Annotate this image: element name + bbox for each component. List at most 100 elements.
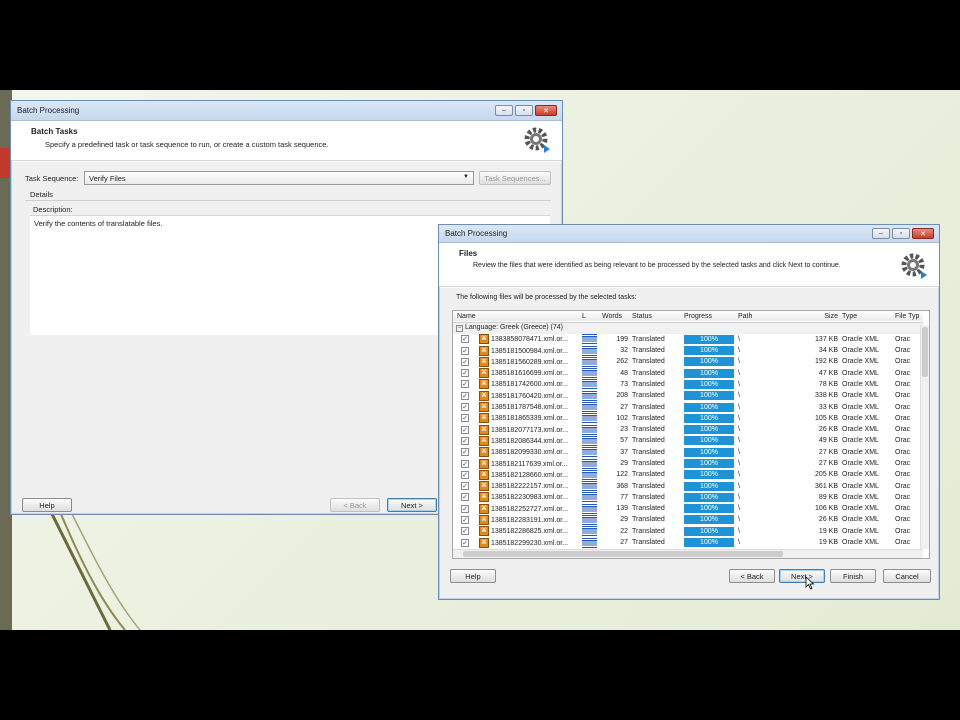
row-checkbox[interactable]: ✓: [461, 504, 469, 513]
row-checkbox[interactable]: ✓: [461, 414, 469, 423]
row-checkbox[interactable]: ✓: [461, 346, 469, 355]
type: Oracle XML: [842, 539, 879, 547]
row-checkbox[interactable]: ✓: [461, 335, 469, 344]
table-row[interactable]: ✓ ⌘ 1385181865339.xml.or... 102 Translated 1…: [453, 413, 923, 424]
table-row[interactable]: ✓ ⌘ 1385181742600.xml.or... 73 Translated 10…: [453, 379, 923, 390]
back-button[interactable]: < Back: [729, 569, 775, 583]
table-row[interactable]: ✓ ⌘ 1385182099330.xml.or... 37 Translated 10…: [453, 447, 923, 458]
table-row[interactable]: ✓ ⌘ 1385181560289.xml.or... 262 Translated 1…: [453, 356, 923, 367]
file-icon: ⌘: [479, 334, 489, 345]
size: 27 KB: [818, 460, 838, 467]
minimize-icon[interactable]: –: [495, 105, 513, 116]
size: 338 KB: [815, 392, 838, 400]
progress-bar: 100%: [684, 425, 734, 435]
row-checkbox[interactable]: ✓: [461, 380, 469, 389]
row-checkbox[interactable]: ✓: [461, 538, 469, 547]
finish-button[interactable]: Finish: [830, 569, 876, 583]
task-sequence-select[interactable]: Verify Files ▼: [84, 171, 474, 185]
window-1-titlebar[interactable]: Batch Processing – ▫ ✕: [11, 101, 562, 121]
row-checkbox[interactable]: ✓: [461, 391, 469, 400]
row-checkbox[interactable]: ✓: [461, 527, 469, 536]
path: \: [738, 414, 740, 422]
table-row[interactable]: ✓ ⌘ 1385182222157.xml.or... 368 Translated 1…: [453, 480, 923, 492]
file-name: 1385182117639.xml.or...: [490, 460, 568, 468]
table-row[interactable]: ✓ ⌘ 1385181500984.xml.or... 32 Translated 10…: [453, 345, 923, 356]
window-2-titlebar[interactable]: Batch Processing – ▫ ✕: [439, 225, 939, 243]
restore-icon[interactable]: ▫: [515, 105, 533, 116]
path: \: [738, 527, 740, 535]
table-row[interactable]: ✓ ⌘ 1385182117639.xml.or... 29 Translated 10…: [453, 458, 923, 469]
horizontal-scroll-thumb[interactable]: [463, 551, 783, 557]
greek-flag-icon: [582, 514, 597, 525]
table-row[interactable]: ✓ ⌘ 1385182086344.xml.or... 57 Translated 10…: [453, 435, 923, 446]
group-row[interactable]: − Language: Greek (Greece) (74): [453, 322, 923, 334]
table-row[interactable]: ✓ ⌘ 1385181760420.xml.or... 208 Translated 1…: [453, 390, 923, 401]
file-type: Orac: [895, 539, 911, 547]
minimize-icon[interactable]: –: [872, 228, 890, 239]
progress-bar: 100%: [684, 492, 734, 502]
table-row[interactable]: ✓ ⌘ 1385182299230.xml.or... 27 Translated 10…: [453, 537, 923, 548]
status: Translated: [632, 527, 665, 535]
col-type[interactable]: Type: [840, 311, 893, 322]
size: 19 KB: [818, 539, 838, 547]
type: Oracle XML: [842, 414, 879, 422]
col-status[interactable]: Status: [630, 311, 682, 322]
table-row[interactable]: ✓ ⌘ 1383858078471.xml.or... 199 Translated 1…: [453, 334, 923, 345]
collapse-icon[interactable]: −: [456, 325, 463, 333]
next-button[interactable]: Next >: [387, 498, 437, 512]
path: \: [738, 426, 740, 434]
table-row[interactable]: ✓ ⌘ 1385181616699.xml.or... 48 Translated 10…: [453, 367, 923, 379]
row-checkbox[interactable]: ✓: [461, 515, 469, 524]
vertical-scroll-thumb[interactable]: [922, 327, 928, 377]
row-checkbox[interactable]: ✓: [461, 425, 469, 434]
table-row[interactable]: ✓ ⌘ 1385182252727.xml.or... 139 Translated 1…: [453, 503, 923, 514]
status: Translated: [632, 505, 665, 513]
row-checkbox[interactable]: ✓: [461, 448, 469, 457]
file-type: Orac: [895, 505, 911, 513]
file-name: 1385182099330.xml.or...: [490, 449, 569, 457]
col-lang[interactable]: L: [580, 311, 600, 322]
col-path[interactable]: Path: [736, 311, 806, 322]
row-checkbox[interactable]: ✓: [461, 436, 469, 445]
col-words[interactable]: Words: [600, 311, 630, 322]
size: 26 KB: [818, 426, 838, 434]
next-button[interactable]: Next >: [779, 569, 825, 583]
cancel-button[interactable]: Cancel: [883, 569, 931, 583]
col-progress[interactable]: Progress: [682, 311, 736, 322]
row-checkbox[interactable]: ✓: [461, 482, 469, 491]
help-button[interactable]: Help: [450, 569, 496, 583]
progress-bar: 100%: [684, 504, 734, 514]
size: 33 KB: [818, 403, 838, 411]
progress-bar: 100%: [684, 391, 734, 401]
file-name: 1385181500984.xml.or...: [490, 347, 569, 355]
table-row[interactable]: ✓ ⌘ 1385181787548.xml.or... 27 Translated 10…: [453, 401, 923, 413]
vertical-scrollbar[interactable]: [920, 325, 929, 549]
close-icon[interactable]: ✕: [912, 228, 934, 239]
table-row[interactable]: ✓ ⌘ 1385182286825.xml.or... 22 Translated 10…: [453, 526, 923, 537]
row-checkbox[interactable]: ✓: [461, 369, 469, 378]
table-row[interactable]: ✓ ⌘ 1385182077173.xml.or... 23 Translated 10…: [453, 424, 923, 435]
table-row[interactable]: ✓ ⌘ 1385182230983.xml.or... 77 Translated 10…: [453, 492, 923, 503]
row-checkbox[interactable]: ✓: [461, 403, 469, 412]
type: Oracle XML: [842, 403, 879, 411]
row-checkbox[interactable]: ✓: [461, 470, 469, 479]
restore-icon[interactable]: ▫: [892, 228, 910, 239]
table-row[interactable]: ✓ ⌘ 1385182128660.xml.or... 122 Translated 1…: [453, 469, 923, 480]
progress-bar: 100%: [684, 459, 734, 468]
greek-flag-icon: [582, 424, 597, 435]
help-button[interactable]: Help: [22, 498, 72, 512]
row-checkbox[interactable]: ✓: [461, 357, 469, 366]
horizontal-scrollbar[interactable]: [453, 549, 923, 558]
col-file-type[interactable]: File Typ: [893, 311, 923, 322]
col-size[interactable]: Size: [806, 311, 840, 322]
row-checkbox[interactable]: ✓: [461, 493, 469, 502]
status: Translated: [632, 516, 665, 524]
close-icon[interactable]: ✕: [535, 105, 557, 116]
table-row[interactable]: ✓ ⌘ 1385182283191.xml.or... 29 Translated 10…: [453, 514, 923, 525]
file-icon: ⌘: [479, 390, 489, 401]
col-name[interactable]: Name: [453, 311, 580, 322]
back-button[interactable]: < Back: [330, 498, 380, 512]
task-sequences-button[interactable]: Task Sequences...: [479, 171, 551, 185]
type: Oracle XML: [842, 460, 879, 467]
row-checkbox[interactable]: ✓: [461, 459, 469, 468]
